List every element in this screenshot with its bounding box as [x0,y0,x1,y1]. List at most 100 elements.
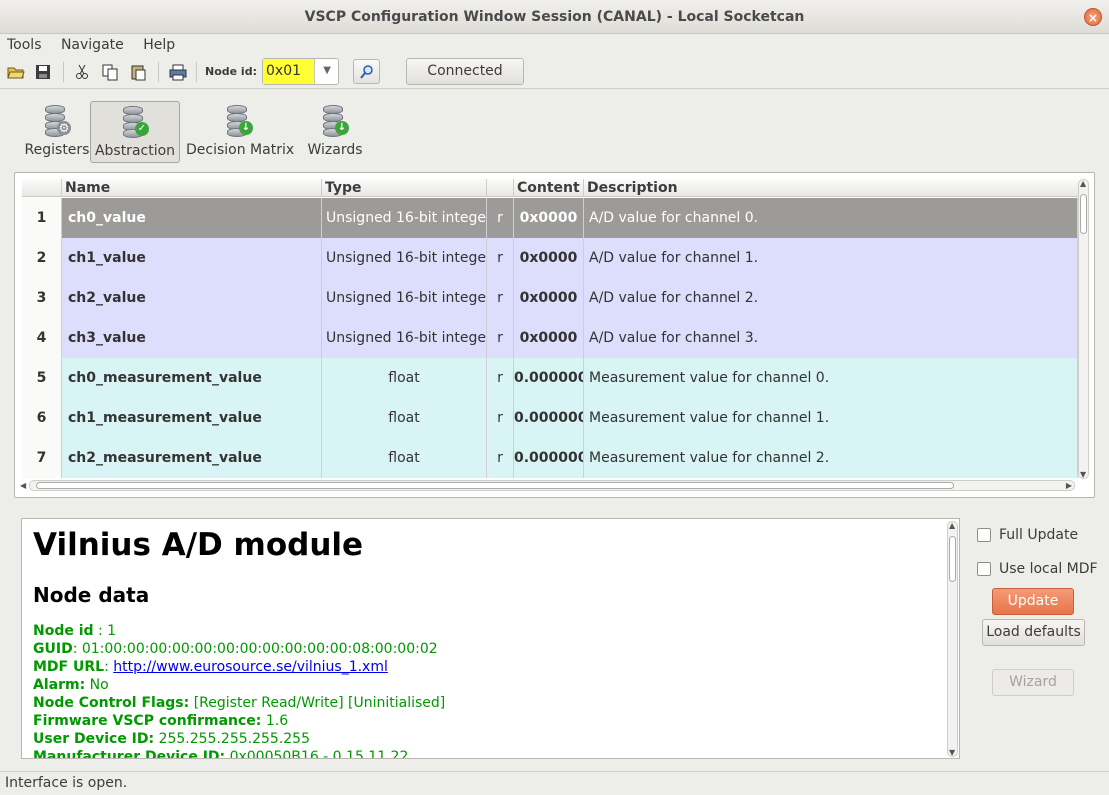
cell-num[interactable]: 3 [22,278,62,318]
cell-num[interactable]: 6 [22,398,62,438]
cell-type[interactable]: Unsigned 16-bit integer [322,238,487,278]
cut-icon[interactable] [73,63,91,81]
full-update-checkbox[interactable]: Full Update [977,525,1097,545]
cell-name[interactable]: ch2_measurement_value [62,438,322,478]
paste-icon[interactable] [129,63,147,81]
column-header-content[interactable]: Content [514,179,584,197]
cell-name[interactable]: ch1_measurement_value [62,398,322,438]
cell-description[interactable]: A/D value for channel 3. [584,318,1078,358]
cell-type[interactable]: Unsigned 16-bit integer [322,278,487,318]
tab-wizards[interactable]: ↓ Wizards [304,101,366,163]
table-row[interactable]: 1 ch0_value Unsigned 16-bit integer r 0x0000… [22,198,1078,238]
scroll-down-icon[interactable]: ▼ [949,748,955,757]
cell-access[interactable]: r [487,438,514,478]
close-icon[interactable]: × [1084,8,1102,26]
cell-type[interactable]: Unsigned 16-bit integer [322,318,487,358]
tab-label: Wizards [307,142,363,158]
cell-access[interactable]: r [487,398,514,438]
save-icon[interactable] [34,63,52,81]
connect-button[interactable]: Connected [406,58,524,85]
cell-num[interactable]: 7 [22,438,62,478]
cell-access[interactable]: r [487,318,514,358]
column-header-row-number[interactable] [22,179,62,197]
wizard-button[interactable]: Wizard [992,669,1074,696]
column-header-name[interactable]: Name [62,179,322,197]
checkbox-label[interactable]: Full Update [999,525,1078,545]
tab-abstraction[interactable]: ✓ Abstraction [90,101,180,163]
cell-content[interactable]: 0x0000 [514,238,584,278]
cell-content[interactable]: 0x0000 [514,318,584,358]
scroll-thumb[interactable] [36,482,954,489]
search-button[interactable] [353,59,380,84]
cell-content[interactable]: 0.000000 [514,438,584,478]
database-gear-icon: ⚙ [41,105,73,139]
column-header-access[interactable] [487,179,514,197]
table-row[interactable]: 4 ch3_value Unsigned 16-bit integer r 0x0000… [22,318,1078,358]
cell-type[interactable]: Unsigned 16-bit integer [322,198,487,238]
table-row[interactable]: 7 ch2_measurement_value float r 0.000000 Meas… [22,438,1078,478]
node-info-content: Vilnius A/D module Node data Node id : 1… [33,527,938,758]
node-id-combobox[interactable]: 0x01 ▼ [262,58,339,85]
scroll-up-icon[interactable]: ▲ [1080,179,1086,188]
update-button[interactable]: Update [992,588,1074,615]
column-header-type[interactable]: Type [322,179,487,197]
cell-name[interactable]: ch0_measurement_value [62,358,322,398]
cell-type[interactable]: float [322,438,487,478]
cell-type[interactable]: float [322,358,487,398]
cell-name[interactable]: ch3_value [62,318,322,358]
cell-content[interactable]: 0.000000 [514,358,584,398]
mdf-url-link[interactable]: http://www.eurosource.se/vilnius_1.xml [113,659,388,675]
cell-description[interactable]: A/D value for channel 2. [584,278,1078,318]
open-folder-icon[interactable] [7,63,25,81]
cell-description[interactable]: Measurement value for channel 1. [584,398,1078,438]
cell-access[interactable]: r [487,198,514,238]
tab-decision-matrix[interactable]: ↓ Decision Matrix [186,101,294,163]
cell-name[interactable]: ch2_value [62,278,322,318]
cell-num[interactable]: 4 [22,318,62,358]
scroll-thumb[interactable] [1080,194,1087,234]
cell-access[interactable]: r [487,278,514,318]
table-row[interactable]: 6 ch1_measurement_value float r 0.000000 Meas… [22,398,1078,438]
table-row[interactable]: 3 ch2_value Unsigned 16-bit integer r 0x0000… [22,278,1078,318]
chevron-down-icon[interactable]: ▼ [323,65,331,76]
scroll-up-icon[interactable]: ▲ [949,521,955,530]
checkbox-box[interactable] [977,528,991,542]
print-icon[interactable] [169,63,187,81]
cell-access[interactable]: r [487,358,514,398]
checkbox-label[interactable]: Use local MDF [999,559,1098,579]
cell-description[interactable]: A/D value for channel 0. [584,198,1078,238]
table-row[interactable]: 5 ch0_measurement_value float r 0.000000 Meas… [22,358,1078,398]
cell-type[interactable]: float [322,398,487,438]
menu-navigate[interactable]: Navigate [61,34,124,56]
info-vertical-scrollbar[interactable]: ▲ ▼ [947,521,958,757]
table-horizontal-scrollbar[interactable]: ◀ ▶ [20,480,1075,491]
tab-registers[interactable]: ⚙ Registers [14,101,100,163]
menu-help[interactable]: Help [143,34,175,56]
checkbox-box[interactable] [977,562,991,576]
copy-icon[interactable] [101,63,119,81]
table-vertical-scrollbar[interactable]: ▲ ▼ [1078,179,1089,479]
scroll-right-icon[interactable]: ▶ [1066,481,1072,490]
node-id-value[interactable]: 0x01 [263,59,315,84]
scroll-left-icon[interactable]: ◀ [20,481,26,490]
cell-content[interactable]: 0x0000 [514,198,584,238]
cell-content[interactable]: 0.000000 [514,398,584,438]
cell-access[interactable]: r [487,238,514,278]
menu-tools[interactable]: Tools [7,34,42,56]
cell-content[interactable]: 0x0000 [514,278,584,318]
load-defaults-button[interactable]: Load defaults [982,619,1085,646]
cell-description[interactable]: Measurement value for channel 0. [584,358,1078,398]
cell-description[interactable]: Measurement value for channel 2. [584,438,1078,478]
cell-name[interactable]: ch1_value [62,238,322,278]
cell-num[interactable]: 5 [22,358,62,398]
toolbar-separator [196,62,197,82]
cell-num[interactable]: 1 [22,198,62,238]
use-local-mdf-checkbox[interactable]: Use local MDF [977,559,1098,579]
cell-name[interactable]: ch0_value [62,198,322,238]
column-header-description[interactable]: Description [584,179,1078,197]
scroll-down-icon[interactable]: ▼ [1080,470,1086,479]
scroll-thumb[interactable] [949,536,956,582]
table-row[interactable]: 2 ch1_value Unsigned 16-bit integer r 0x0000… [22,238,1078,278]
cell-num[interactable]: 2 [22,238,62,278]
cell-description[interactable]: A/D value for channel 1. [584,238,1078,278]
